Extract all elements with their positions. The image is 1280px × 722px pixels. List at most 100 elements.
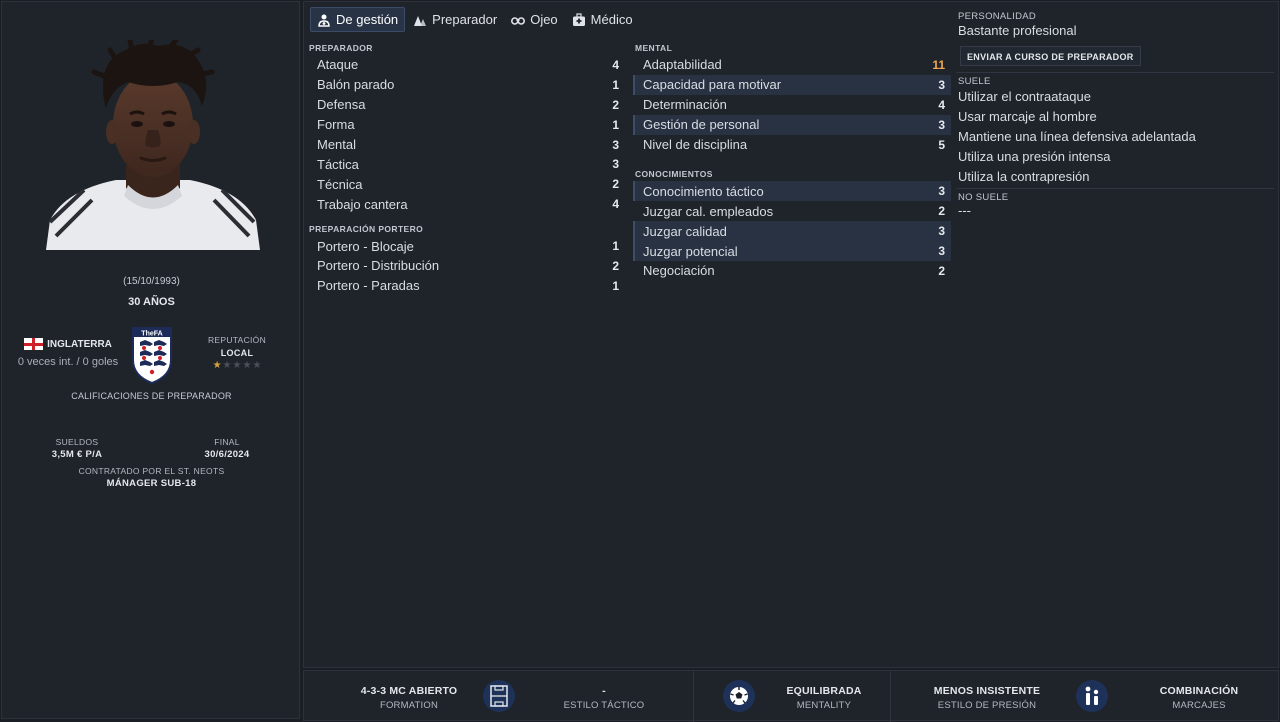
attribute-row[interactable]: Juzgar cal. empleados 2 (633, 201, 951, 221)
usually-title: SUELE (958, 76, 991, 87)
tab-ojeo[interactable]: Ojeo (505, 7, 563, 32)
attribute-row[interactable]: Defensa 2 (307, 95, 625, 115)
reputation-block: REPUTACIÓN LOCAL ★ ★ ★ ★ ★ (202, 335, 272, 371)
attribute-row[interactable]: Determinación 4 (633, 95, 951, 115)
attribute-row[interactable]: Ataque 4 (307, 55, 625, 75)
tendency-item: Utilizar el contraataque (958, 89, 1091, 104)
attribute-value: 2 (938, 204, 945, 219)
attribute-row[interactable]: Juzgar potencial 3 (633, 241, 951, 262)
attribute-label: Juzgar cal. empleados (643, 203, 774, 219)
star-icon: ★ (242, 360, 252, 371)
attribute-value: 4 (612, 57, 619, 72)
england-flag-icon (24, 338, 44, 350)
attribute-label: Conocimiento táctico (643, 183, 764, 199)
attribute-value: 3 (938, 184, 945, 199)
attribute-row[interactable]: Técnica 2 (307, 174, 625, 194)
tendencies-divider: SUELE Utilizar el contraataque Usar marc… (956, 72, 1274, 186)
attribute-row[interactable]: Trabajo cantera 4 (307, 194, 625, 214)
attribute-row[interactable]: Juzgar calidad 3 (633, 221, 951, 242)
staff-profile-panel: (15/10/1993) 30 AÑOS INGLATERRA 0 veces … (1, 1, 300, 719)
attribute-label: Capacidad para motivar (643, 77, 782, 93)
international-caps: 0 veces int. / 0 goles (17, 356, 119, 368)
attribute-row[interactable]: Portero - Distribución 2 (307, 256, 625, 276)
attribute-label: Juzgar calidad (643, 223, 727, 239)
attribute-row[interactable]: Mental 3 (307, 135, 625, 155)
marking-players-icon (1076, 680, 1108, 712)
marking-block[interactable]: COMBINACIÓN MARCAJES (1139, 685, 1259, 711)
attribute-row[interactable]: Portero - Paradas 1 (307, 276, 625, 296)
attribute-row[interactable]: Portero - Blocaje 1 (307, 236, 625, 256)
attribute-tabs: De gestión Preparador Ojeo Médico (310, 7, 639, 32)
attribute-label: Juzgar potencial (643, 243, 738, 259)
cones-icon (414, 15, 427, 26)
attribute-label: Portero - Paradas (317, 278, 420, 294)
marking-label: MARCAJES (1172, 700, 1226, 711)
tactical-style-block[interactable]: - ESTILO TÁCTICO (544, 685, 664, 711)
tab-label: Preparador (432, 12, 498, 27)
attribute-label: Trabajo cantera (317, 196, 408, 212)
binoculars-icon (511, 16, 526, 25)
attribute-label: Defensa (317, 97, 366, 113)
attribute-value: 3 (938, 77, 945, 92)
attribute-value: 3 (938, 224, 945, 239)
tab-label: Ojeo (530, 12, 558, 27)
attribute-row[interactable]: Capacidad para motivar 3 (633, 74, 951, 95)
send-to-coaching-course-button[interactable]: ENVIAR A CURSO DE PREPARADOR (960, 46, 1141, 66)
attribute-row[interactable]: Conocimiento táctico 3 (633, 181, 951, 202)
formation-block[interactable]: 4-3-3 MC ABIERTO FORMATION (324, 685, 494, 711)
tactical-style-label: ESTILO TÁCTICO (563, 700, 645, 711)
pressing-block[interactable]: MENOS INSISTENTE ESTILO DE PRESIÓN (922, 685, 1052, 711)
pressing-value: MENOS INSISTENTE (933, 685, 1041, 697)
tendencies-divider: NO SUELE --- (956, 188, 1274, 219)
star-icon: ★ (222, 360, 232, 371)
attribute-value: 11 (932, 57, 945, 72)
wages-label: SUELDOS (55, 437, 99, 447)
mental-title: MENTAL (635, 43, 673, 53)
never-value: --- (958, 203, 971, 219)
attribute-row[interactable]: Adaptabilidad 11 (633, 55, 951, 75)
attribute-value: 5 (938, 137, 945, 152)
reputation-value: LOCAL (220, 348, 254, 358)
attribute-value: 1 (612, 117, 619, 132)
attribute-row[interactable]: Táctica 3 (307, 154, 625, 174)
attribute-value: 1 (612, 77, 619, 92)
nationality[interactable]: INGLATERRA (47, 339, 112, 350)
employer-label[interactable]: CONTRATADO POR EL ST. NEOTS (2, 466, 301, 476)
divider (693, 671, 694, 722)
formation-value: 4-3-3 MC ABIERTO (360, 685, 458, 697)
attribute-value: 1 (612, 239, 619, 254)
tab-preparador[interactable]: Preparador (407, 7, 503, 32)
attribute-row[interactable]: Negociación 2 (633, 261, 951, 281)
attribute-row[interactable]: Forma 1 (307, 115, 625, 135)
attributes-panel: De gestión Preparador Ojeo Médico PREPAR… (303, 1, 1279, 668)
attribute-label: Adaptabilidad (643, 57, 722, 73)
reputation-label: REPUTACIÓN (207, 335, 267, 345)
contract-end-block: FINAL 30/6/2024 (182, 437, 272, 460)
attribute-row[interactable]: Nivel de disciplina 5 (633, 135, 951, 155)
attribute-value: 4 (938, 97, 945, 112)
tab-de-gestion[interactable]: De gestión (310, 7, 406, 32)
attribute-value: 3 (938, 244, 945, 259)
attribute-value: 4 (612, 197, 619, 212)
attribute-label: Nivel de disciplina (643, 137, 748, 152)
attribute-label: Gestión de personal (643, 117, 760, 133)
attribute-value: 3 (938, 117, 945, 132)
pitch-icon (483, 680, 515, 712)
attribute-value: 2 (612, 258, 619, 273)
coaching-title: PREPARADOR (309, 43, 373, 53)
attribute-row[interactable]: Balón parado 1 (307, 75, 625, 95)
mental-column: MENTAL Adaptabilidad 11 Capacidad para mo… (633, 41, 951, 281)
knowledge-title: CONOCIMIENTOS (635, 169, 713, 180)
tendency-item: Utiliza la contrapresión (958, 168, 1090, 184)
star-icon: ★ (232, 360, 242, 371)
personality-value: Bastante profesional (958, 23, 1077, 38)
tab-medico[interactable]: Médico (566, 7, 639, 32)
the-fa-crest-icon[interactable]: TheFA (130, 326, 174, 385)
mentality-block[interactable]: EQUILIBRADA MENTALITY (764, 685, 884, 711)
attribute-value: 2 (938, 263, 945, 278)
coach-ratings-link[interactable]: CALIFICACIONES DE PREPARADOR (2, 391, 301, 401)
wages-block: SUELDOS 3,5M € P/A (32, 437, 122, 460)
tactics-bar: 4-3-3 MC ABIERTO FORMATION - ESTILO TÁCT… (303, 670, 1279, 722)
attribute-row[interactable]: Gestión de personal 3 (633, 114, 951, 135)
medical-kit-icon (572, 12, 585, 26)
